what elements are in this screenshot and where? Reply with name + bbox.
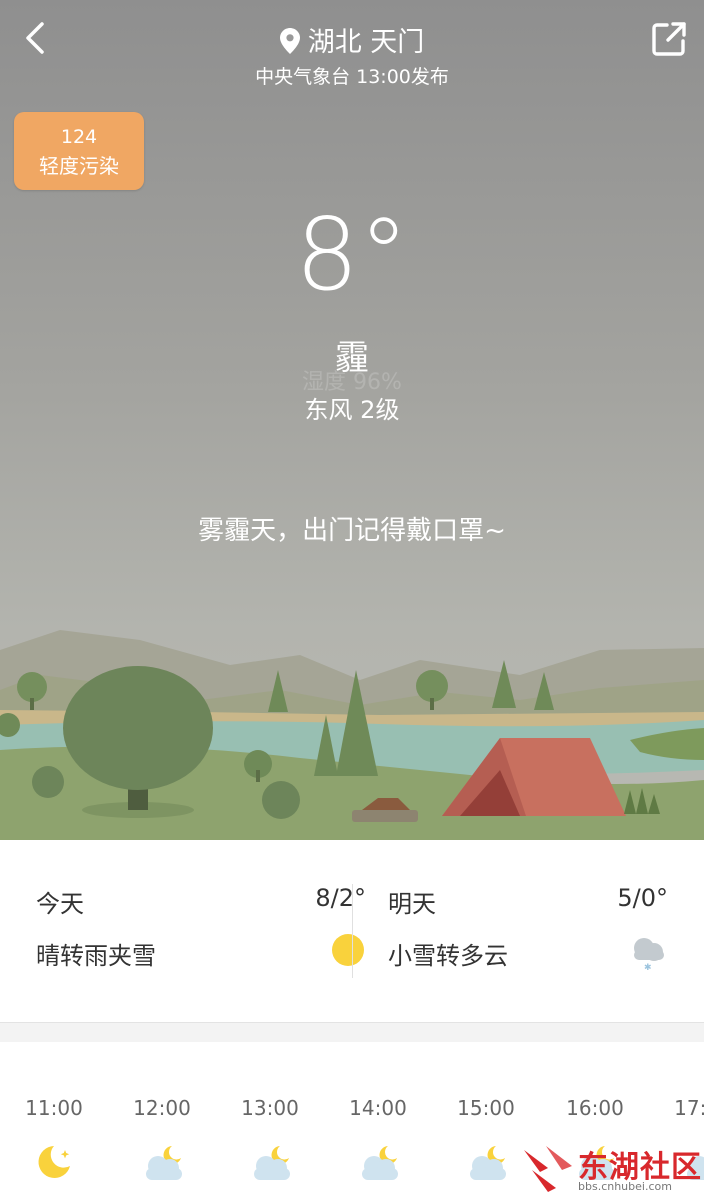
- aqi-value: 124: [60, 126, 98, 148]
- hour-time: 12:00: [133, 1096, 191, 1120]
- forecast-today[interactable]: 今天 8/2° 晴转雨夹雪: [36, 840, 366, 1022]
- hour-time: 15:00: [457, 1096, 515, 1120]
- forecast-tomorrow[interactable]: 明天 5/0° 小雪转多云 ✱: [388, 840, 668, 1022]
- current-condition: 霾: [335, 338, 369, 378]
- forecast-description: 晴转雨夹雪: [36, 942, 156, 970]
- camping-landscape-illustration: [0, 630, 704, 840]
- weather-tip: 雾霾天，出门记得戴口罩~: [198, 516, 506, 546]
- forecast-day-label: 明天: [388, 890, 436, 918]
- location-title: 湖北 天门: [0, 20, 704, 59]
- forecast-divider: [352, 884, 353, 978]
- wind-text: 东风 2级: [304, 396, 400, 424]
- hour-time: 14:00: [349, 1096, 407, 1120]
- moon-icon: [38, 1146, 70, 1178]
- forecast-temp-range: 5/0°: [617, 884, 668, 912]
- hour-time: 17:00: [674, 1096, 704, 1120]
- forecast-day-label: 今天: [36, 890, 84, 918]
- publish-info: 中央气象台 13:00发布: [255, 66, 449, 88]
- cloud-moon-icon: [470, 1146, 506, 1180]
- svg-text:✱: ✱: [644, 963, 652, 972]
- forecast-description: 小雪转多云: [388, 942, 508, 970]
- hour-time: 11:00: [25, 1096, 83, 1120]
- site-watermark: 东湖社区 bbs.cnhubei.com: [520, 1138, 704, 1200]
- cloud-moon-icon: [254, 1146, 290, 1180]
- location-pin-icon: [279, 28, 300, 54]
- sun-icon: [332, 934, 364, 966]
- share-icon[interactable]: [650, 20, 688, 58]
- city-name: 湖北 天门: [307, 27, 425, 58]
- snow-cloud-icon: ✱: [634, 938, 664, 972]
- air-quality-badge[interactable]: 124 轻度污染: [14, 112, 144, 190]
- weather-hero: 湖北 天门 中央气象台 13:00发布 124 轻度污染 8° 湿度 96% 霾…: [0, 0, 704, 840]
- cloud-moon-icon: [146, 1146, 182, 1180]
- hour-time: 16:00: [566, 1096, 624, 1120]
- watermark-url: bbs.cnhubei.com: [578, 1180, 672, 1193]
- hour-time: 13:00: [241, 1096, 299, 1120]
- current-temperature: 8°: [295, 196, 409, 313]
- forecast-temp-range: 8/2°: [315, 884, 366, 912]
- cloud-moon-icon: [362, 1146, 398, 1180]
- watermark-logo-icon: [524, 1146, 572, 1192]
- daily-forecast-card: 今天 8/2° 晴转雨夹雪 明天 5/0° 小雪转多云 ✱: [0, 840, 704, 1023]
- aqi-level: 轻度污染: [39, 154, 119, 178]
